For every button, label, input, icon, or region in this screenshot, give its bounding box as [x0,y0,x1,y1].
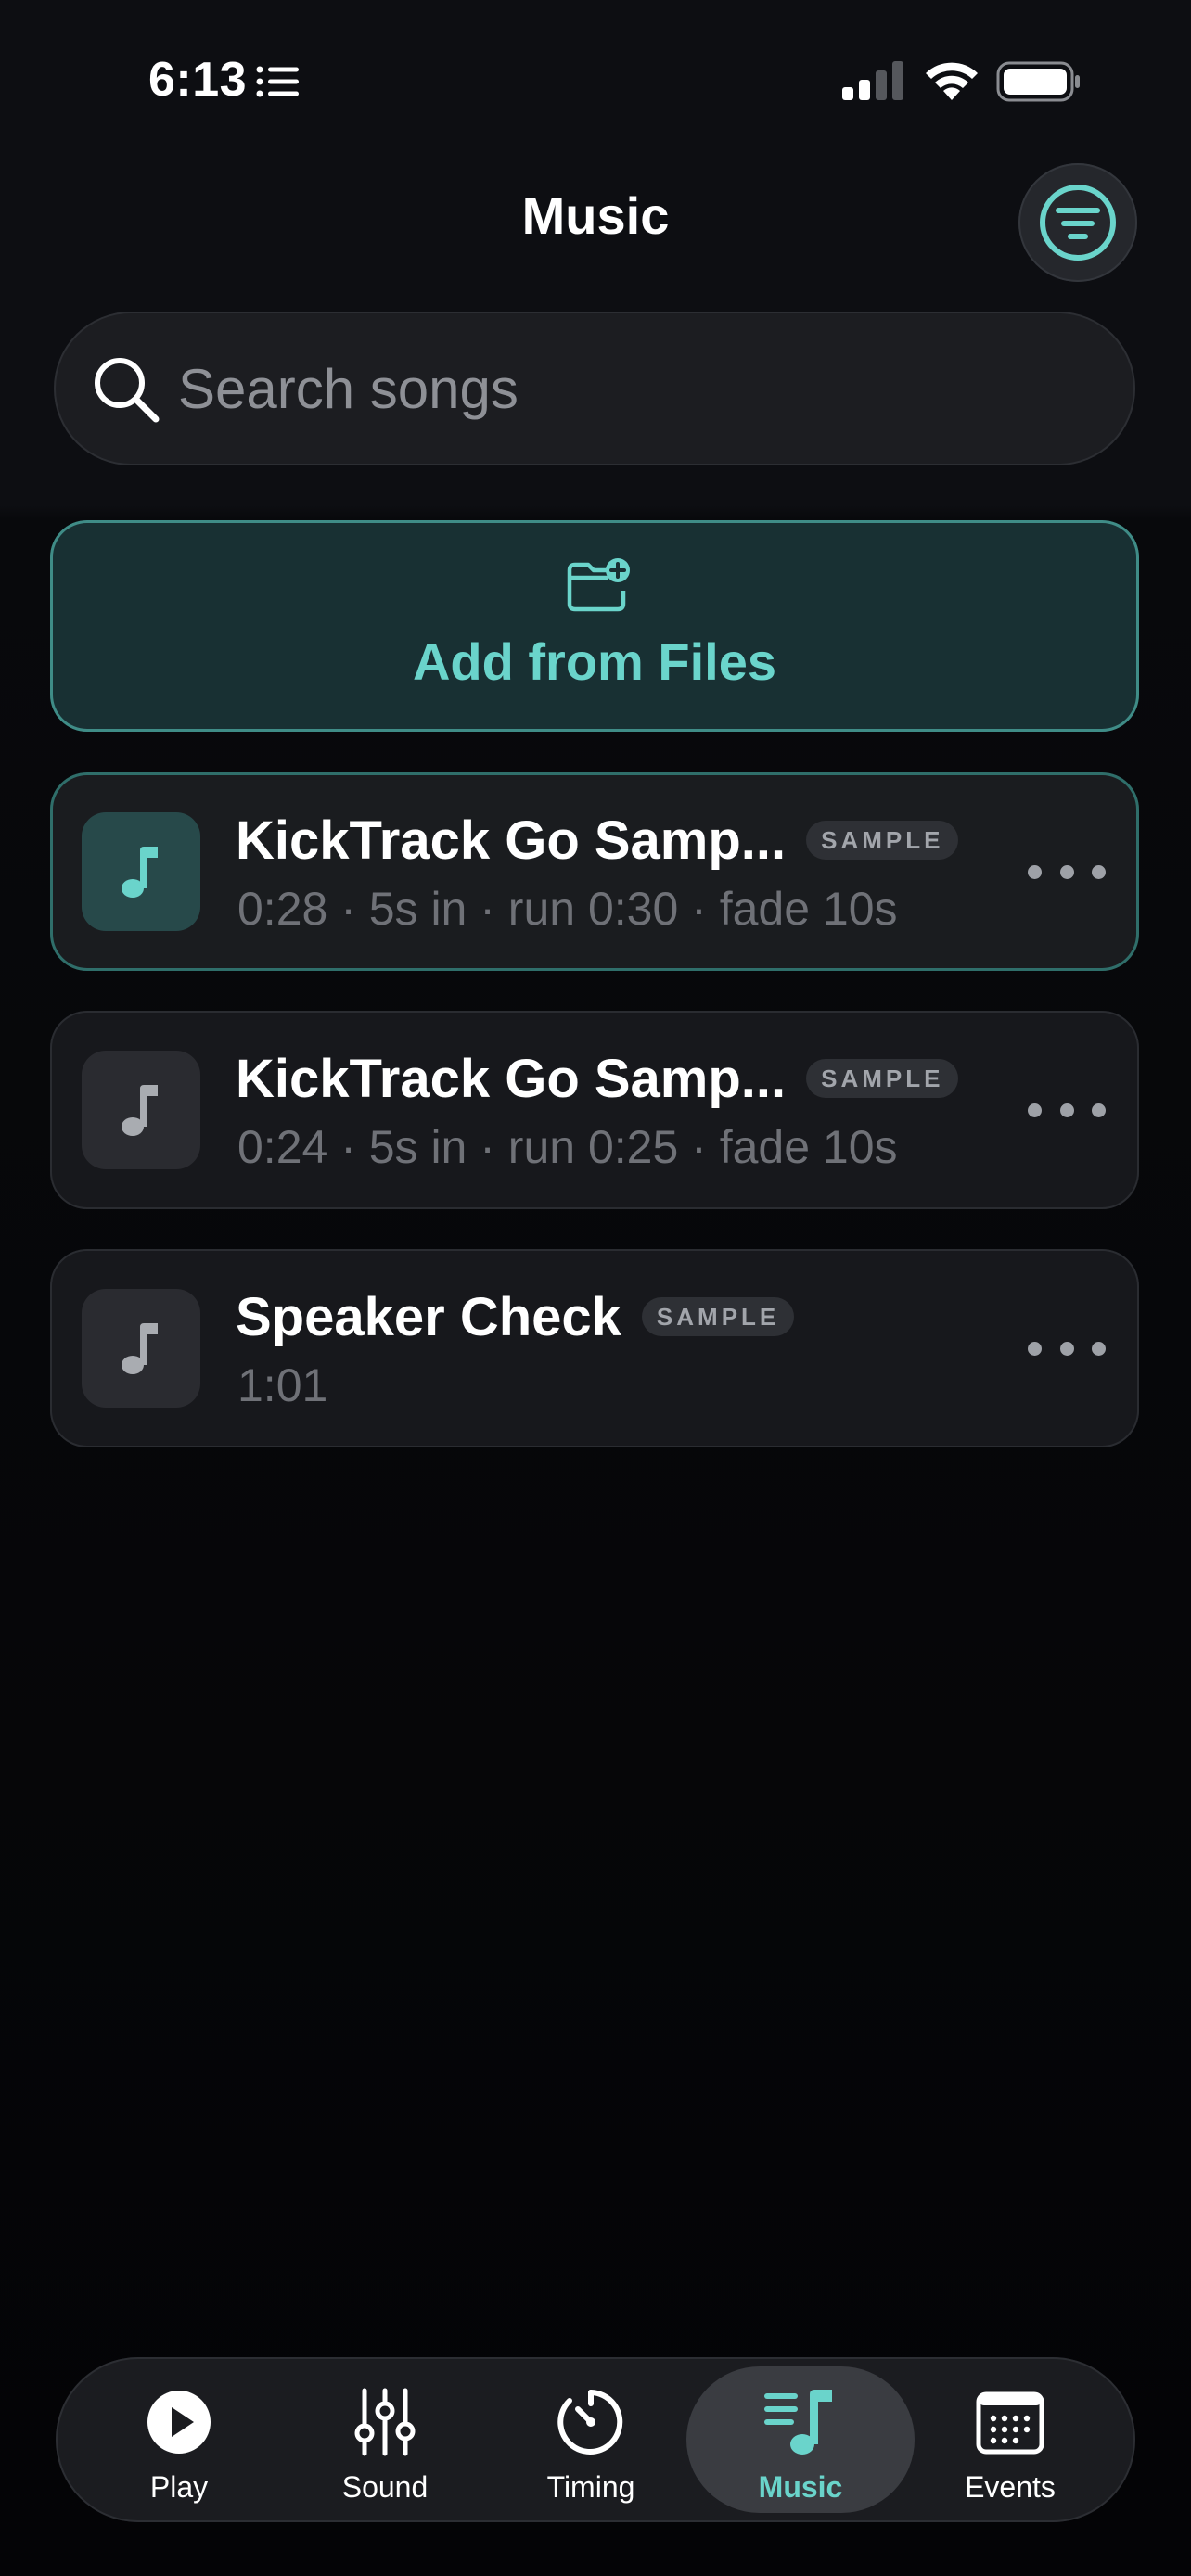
page-title: Music [521,186,670,245]
status-time: 6:13 [148,53,248,107]
sample-badge: SAMPLE [806,821,959,860]
tab-play[interactable]: Play [65,2366,293,2513]
tab-timing[interactable]: Timing [477,2366,705,2513]
song-meta: 0:28 · 5s in · run 0:30 · fade 10s [237,883,898,935]
sample-badge: SAMPLE [641,1297,795,1336]
filter-button[interactable] [1018,163,1137,282]
status-bar: 6:13 [0,0,1191,139]
more-dot-icon [1059,1341,1074,1356]
sliders-icon [354,2388,416,2456]
search-input[interactable] [178,339,1087,438]
music-note-icon [122,1085,158,1136]
music-note-icon [122,1323,158,1374]
calendar-icon [976,2391,1044,2455]
more-dot-icon [1059,1103,1074,1117]
filter-lines-icon [1040,185,1116,261]
song-meta: 1:01 [237,1359,328,1411]
folder-plus-icon [567,558,630,612]
play-icon [147,2391,211,2454]
list-icon [256,66,299,97]
tab-music[interactable]: Music [686,2366,915,2513]
tab-label: Play [149,2470,209,2504]
song-meta: 0:24 · 5s in · run 0:25 · fade 10s [237,1121,898,1173]
wifi-icon [926,62,978,100]
search-icon [95,358,160,423]
sample-badge: SAMPLE [806,1059,959,1098]
cellular-signal-icon [842,61,903,100]
more-dot-icon [1028,864,1042,879]
tab-label: Sound [341,2470,429,2504]
tab-events[interactable]: Events [896,2366,1124,2513]
song-title-line: Speaker Check SAMPLE [236,1284,795,1349]
more-dot-icon [1059,864,1074,879]
song-row[interactable]: KickTrack Go Samp... SAMPLE 0:28 · 5s in… [50,772,1139,971]
song-artwork [82,1289,200,1408]
tab-label: Events [965,2470,1056,2504]
music-screen: 6:13 Music Search songs Add from Files K… [0,0,1191,2576]
search-bar[interactable] [54,312,1135,465]
more-dot-icon [1092,1103,1106,1117]
more-options-button[interactable] [1028,1082,1106,1138]
more-dot-icon [1092,864,1106,879]
music-note-icon [122,847,158,898]
song-title: Speaker Check [236,1286,621,1347]
tab-bar: Play Sound Timing Music Events [56,2357,1135,2522]
song-title-line: KickTrack Go Samp... SAMPLE [236,1046,959,1111]
tab-label: Timing [546,2470,635,2504]
song-row[interactable]: Speaker Check SAMPLE 1:01 [50,1249,1139,1447]
more-dot-icon [1028,1341,1042,1356]
add-from-files-button[interactable]: Add from Files [50,520,1139,732]
song-title: KickTrack Go Samp... [236,1048,787,1109]
music-list-icon [764,2390,832,2455]
more-options-button[interactable] [1028,844,1106,899]
tab-label: Music [758,2470,843,2504]
timer-icon [557,2390,623,2455]
tab-sound[interactable]: Sound [271,2366,499,2513]
song-artwork [82,812,200,931]
more-dot-icon [1092,1341,1106,1356]
song-title-line: KickTrack Go Samp... SAMPLE [236,808,959,873]
add-from-files-label: Add from Files [412,632,777,691]
song-title: KickTrack Go Samp... [236,810,787,871]
more-dot-icon [1028,1103,1042,1117]
song-artwork [82,1051,200,1169]
more-options-button[interactable] [1028,1320,1106,1376]
battery-icon [996,61,1080,102]
song-row[interactable]: KickTrack Go Samp... SAMPLE 0:24 · 5s in… [50,1011,1139,1209]
